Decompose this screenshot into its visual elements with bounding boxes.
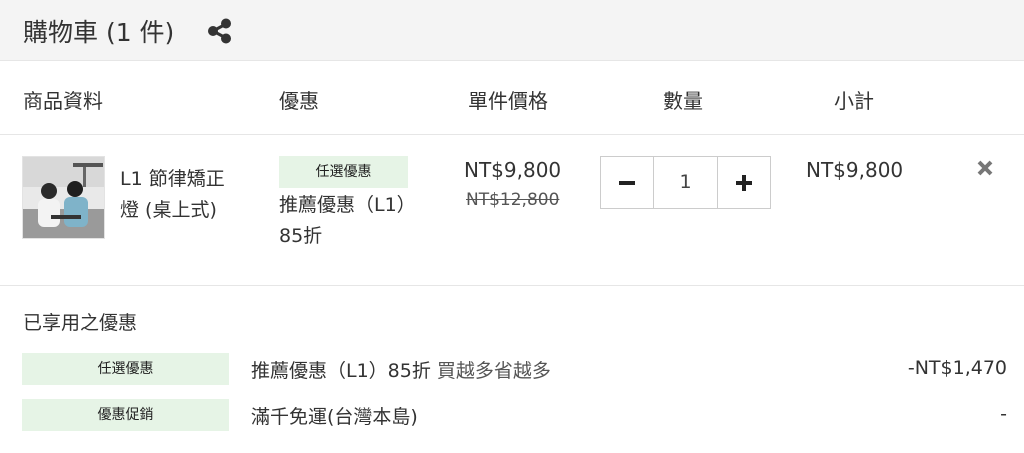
increase-quantity-button[interactable] bbox=[717, 157, 770, 208]
discount-tag: 任選優惠 bbox=[279, 156, 408, 188]
promo-text: 推薦優惠（L1）85折 bbox=[279, 194, 416, 247]
original-price: NT$12,800 bbox=[466, 190, 560, 210]
divider bbox=[0, 134, 1024, 135]
applied-discount-amount: -NT$1,470 bbox=[907, 357, 1007, 379]
column-header-subtotal: 小計 bbox=[834, 89, 874, 113]
item-subtotal: NT$9,800 bbox=[806, 158, 904, 182]
applied-discount-tag: 任選優惠 bbox=[22, 353, 229, 385]
cart-header: 購物車 (1 件) bbox=[0, 0, 1024, 61]
divider bbox=[0, 285, 1024, 286]
applied-discount-text: 滿千免運(台灣本島) bbox=[251, 402, 418, 429]
applied-discount-amount: - bbox=[1000, 403, 1007, 425]
applied-discounts-title: 已享用之優惠 bbox=[23, 312, 138, 334]
column-header-unit-price: 單件價格 bbox=[468, 89, 548, 113]
cart-title: 購物車 (1 件) bbox=[23, 18, 175, 47]
plus-icon bbox=[736, 174, 752, 191]
applied-discount-text: 推薦優惠（L1）85折 買越多省越多 bbox=[251, 356, 551, 383]
decrease-quantity-button[interactable] bbox=[601, 157, 654, 208]
quantity-stepper bbox=[600, 156, 771, 209]
product-thumbnail[interactable] bbox=[22, 156, 105, 239]
close-icon[interactable] bbox=[975, 158, 995, 178]
column-header-quantity: 數量 bbox=[663, 89, 703, 113]
share-icon[interactable] bbox=[206, 17, 234, 45]
applied-discount-subtext: 買越多省越多 bbox=[436, 360, 551, 382]
applied-discount-tag: 優惠促銷 bbox=[22, 399, 229, 431]
applied-discount-name: 滿千免運(台灣本島) bbox=[251, 406, 418, 428]
column-header-product: 商品資料 bbox=[23, 89, 103, 113]
quantity-input[interactable] bbox=[654, 157, 717, 208]
minus-icon bbox=[619, 180, 635, 185]
unit-price: NT$9,800 bbox=[464, 158, 562, 182]
column-header-discount: 優惠 bbox=[279, 89, 319, 113]
product-name[interactable]: L1 節律矯正燈 (桌上式) bbox=[120, 164, 240, 226]
applied-discount-name: 推薦優惠（L1）85折 bbox=[251, 360, 431, 382]
